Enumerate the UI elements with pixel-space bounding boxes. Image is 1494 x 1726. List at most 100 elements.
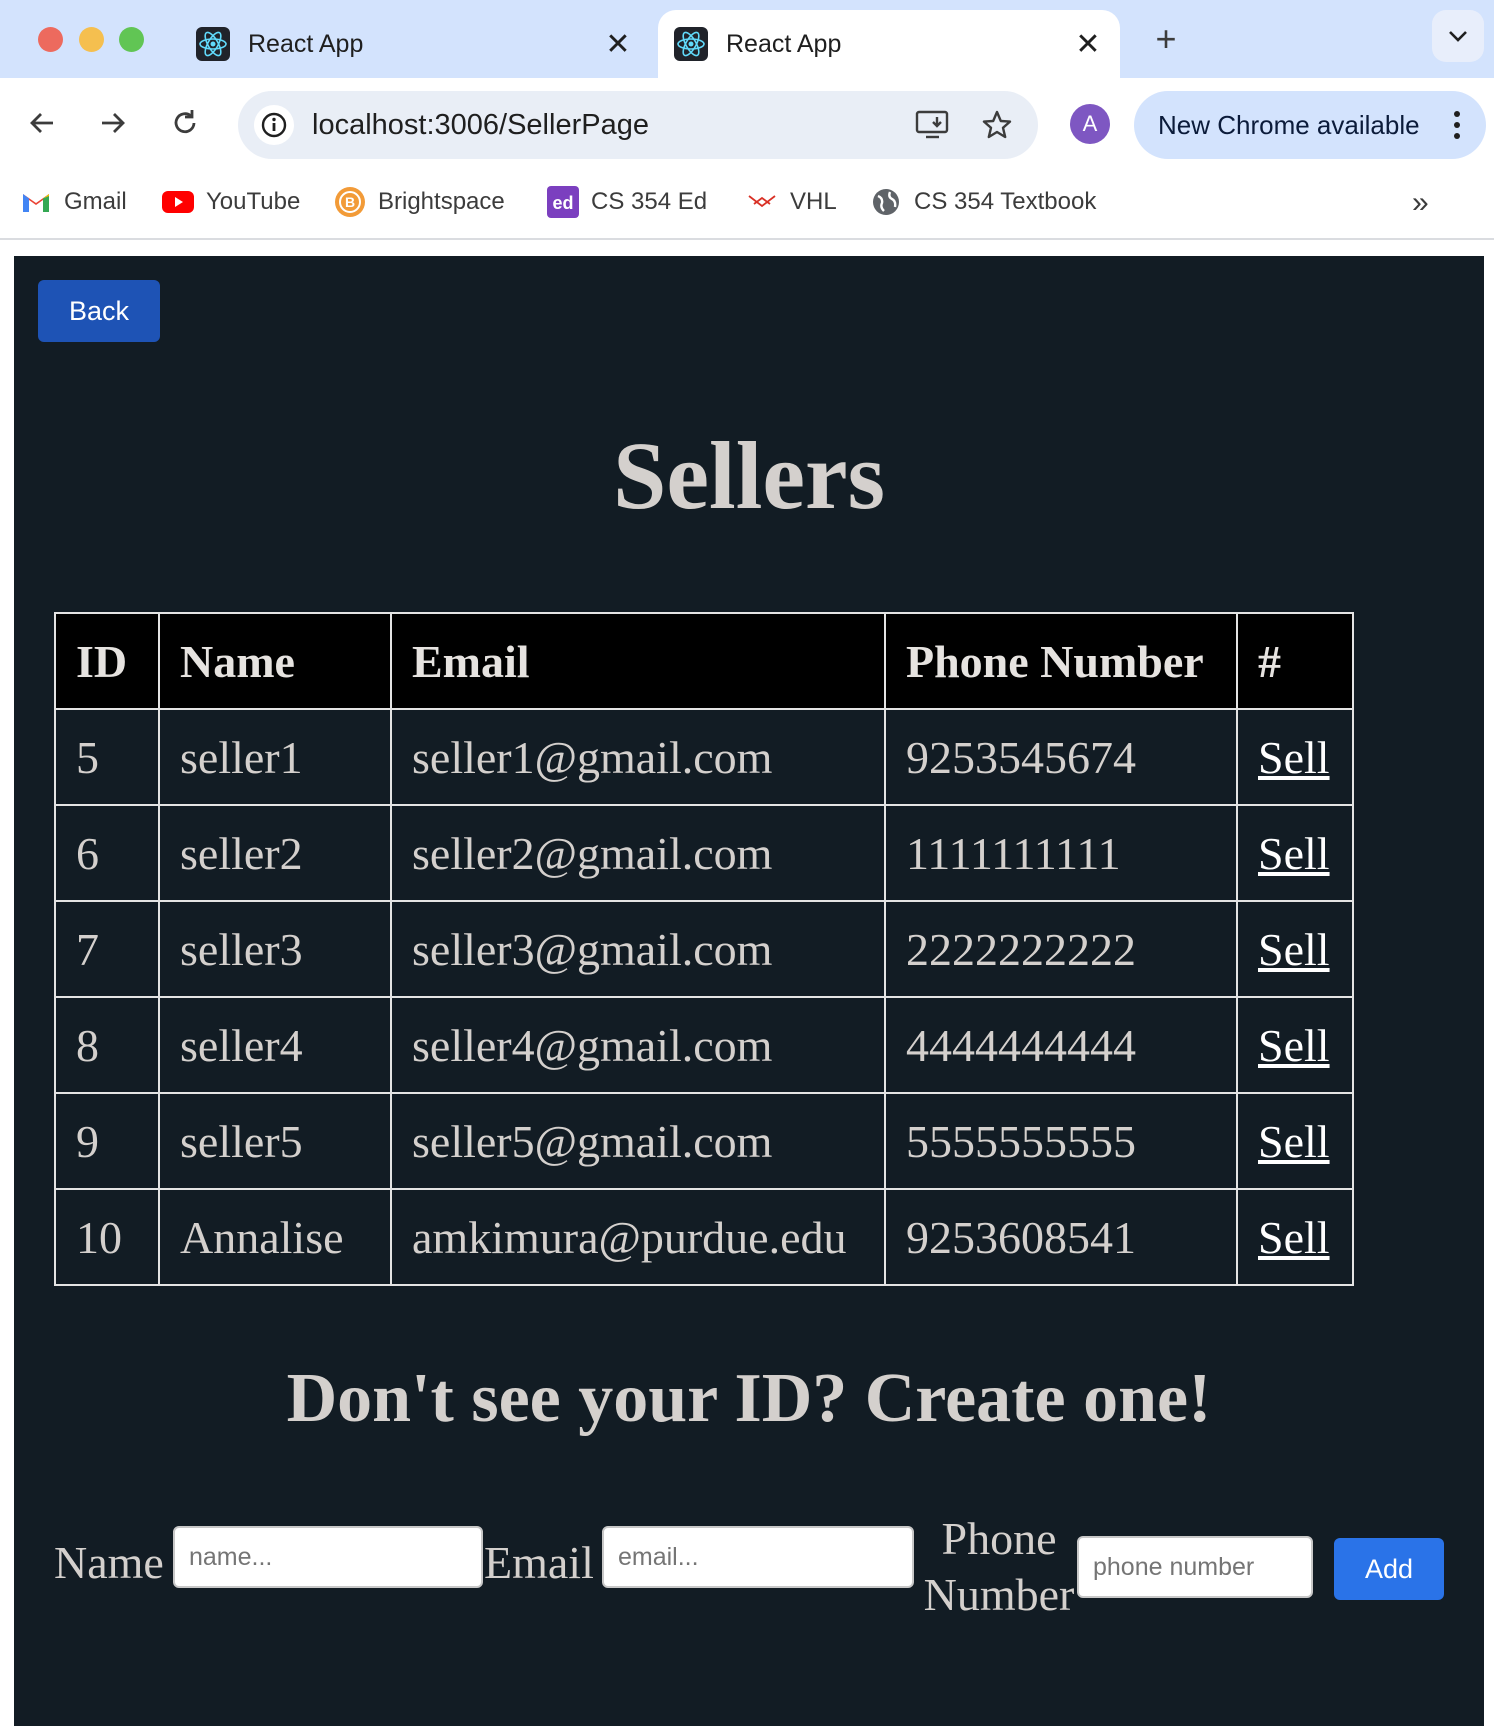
site-info-icon[interactable]	[254, 105, 294, 145]
cell-id: 7	[54, 900, 160, 998]
cell-action: Sell	[1236, 804, 1354, 902]
minimize-window-button[interactable]	[79, 27, 104, 52]
cell-email: seller1@gmail.com	[390, 708, 886, 806]
cell-phone: 1111111111	[884, 804, 1238, 902]
vhl-icon	[746, 186, 778, 218]
cell-email: seller3@gmail.com	[390, 900, 886, 998]
url-text: localhost:3006/SellerPage	[312, 108, 649, 141]
bookmark-label: YouTube	[206, 188, 301, 215]
close-tab-icon[interactable]: ✕	[600, 27, 636, 62]
cell-action: Sell	[1236, 900, 1354, 998]
bookmarks-bar: Gmail YouTube B Brightspace ed CS 354 Ed…	[0, 168, 1494, 240]
page-title: Sellers	[613, 422, 885, 529]
profile-avatar[interactable]: A	[1070, 104, 1110, 144]
create-id-heading: Don't see your ID? Create one!	[286, 1360, 1212, 1437]
back-arrow-icon[interactable]	[17, 98, 67, 148]
email-input[interactable]	[602, 1526, 914, 1588]
table-header-row: ID Name Email Phone Number #	[54, 612, 1354, 710]
cell-name: seller2	[158, 804, 392, 902]
table-row: 7 seller3 seller3@gmail.com 2222222222 S…	[54, 900, 1354, 998]
table-row: 6 seller2 seller2@gmail.com 1111111111 S…	[54, 804, 1354, 902]
cell-action: Sell	[1236, 996, 1354, 1094]
bookmark-gmail[interactable]: Gmail	[20, 182, 127, 222]
bookmark-star-icon[interactable]	[974, 102, 1020, 148]
react-icon	[674, 27, 708, 61]
table-row: 5 seller1 seller1@gmail.com 9253545674 S…	[54, 708, 1354, 806]
maximize-window-button[interactable]	[119, 27, 144, 52]
column-header-name: Name	[158, 612, 392, 710]
tab-title: React App	[248, 29, 364, 58]
bookmark-cs354-textbook[interactable]: CS 354 Textbook	[870, 182, 1096, 222]
phone-input[interactable]	[1077, 1536, 1313, 1598]
cell-action: Sell	[1236, 1092, 1354, 1190]
chrome-update-button[interactable]: New Chrome available	[1134, 91, 1486, 159]
table-row: 10 Annalise amkimura@purdue.edu 92536085…	[54, 1188, 1354, 1286]
cell-id: 8	[54, 996, 160, 1094]
phone-label-line2: Number	[923, 1569, 1075, 1620]
bookmark-label: CS 354 Textbook	[914, 188, 1097, 215]
close-tab-icon[interactable]: ✕	[1070, 27, 1106, 62]
more-menu-icon[interactable]	[1442, 111, 1472, 139]
cell-id: 5	[54, 708, 160, 806]
name-label: Name	[54, 1537, 164, 1588]
bookmark-brightspace[interactable]: B Brightspace	[334, 182, 505, 222]
sell-link[interactable]: Sell	[1258, 1020, 1330, 1071]
cell-name: seller1	[158, 708, 392, 806]
youtube-icon	[162, 186, 194, 218]
tab-strip: React App ✕ React App ✕ +	[0, 0, 1494, 78]
brightspace-icon: B	[334, 186, 366, 218]
update-label: New Chrome available	[1158, 109, 1420, 140]
cell-action: Sell	[1236, 708, 1354, 806]
bookmark-label: Gmail	[64, 188, 127, 215]
cell-phone: 4444444444	[884, 996, 1238, 1094]
gmail-icon	[20, 186, 52, 218]
tab-title: React App	[726, 29, 842, 58]
back-button[interactable]: Back	[38, 280, 160, 342]
cell-id: 6	[54, 804, 160, 902]
cell-phone: 9253545674	[884, 708, 1238, 806]
cell-phone: 9253608541	[884, 1188, 1238, 1286]
cell-email: seller2@gmail.com	[390, 804, 886, 902]
bookmark-label: CS 354 Ed	[591, 188, 708, 215]
browser-toolbar: localhost:3006/SellerPage A New Chrome a…	[0, 78, 1494, 168]
address-bar[interactable]: localhost:3006/SellerPage	[238, 91, 1038, 159]
sell-link[interactable]: Sell	[1258, 924, 1330, 975]
install-app-icon[interactable]	[910, 102, 956, 148]
cell-phone: 2222222222	[884, 900, 1238, 998]
cell-name: seller3	[158, 900, 392, 998]
tab-react-app-2[interactable]: React App ✕	[658, 10, 1120, 78]
cell-id: 10	[54, 1188, 160, 1286]
bookmark-youtube[interactable]: YouTube	[162, 182, 300, 222]
name-input[interactable]	[173, 1526, 483, 1588]
email-label: Email	[484, 1537, 594, 1588]
add-button[interactable]: Add	[1334, 1538, 1444, 1600]
reload-icon[interactable]	[160, 98, 210, 148]
sell-link[interactable]: Sell	[1258, 1116, 1330, 1167]
column-header-action: #	[1236, 612, 1354, 710]
cell-name: seller4	[158, 996, 392, 1094]
table-row: 8 seller4 seller4@gmail.com 4444444444 S…	[54, 996, 1354, 1094]
forward-arrow-icon[interactable]	[88, 98, 138, 148]
sell-link[interactable]: Sell	[1258, 1212, 1330, 1263]
cell-name: seller5	[158, 1092, 392, 1190]
bookmark-label: VHL	[790, 188, 837, 215]
cell-email: seller5@gmail.com	[390, 1092, 886, 1190]
ed-icon: ed	[547, 186, 579, 218]
sell-link[interactable]: Sell	[1258, 732, 1330, 783]
cell-email: seller4@gmail.com	[390, 996, 886, 1094]
tab-search-chevron-icon[interactable]	[1432, 10, 1484, 62]
sellers-table: ID Name Email Phone Number # 5 seller1 s…	[54, 612, 1354, 1286]
bookmark-cs354-ed[interactable]: ed CS 354 Ed	[547, 182, 707, 222]
sell-link[interactable]: Sell	[1258, 828, 1330, 879]
new-tab-plus-icon[interactable]: +	[1146, 18, 1186, 60]
svg-text:B: B	[345, 194, 355, 210]
more-bookmarks-chevron-icon[interactable]: »	[1412, 186, 1429, 220]
phone-label: Phone Number	[914, 1511, 1084, 1623]
cell-id: 9	[54, 1092, 160, 1190]
tab-react-app-1[interactable]: React App ✕	[180, 10, 650, 78]
cell-email: amkimura@purdue.edu	[390, 1188, 886, 1286]
close-window-button[interactable]	[38, 27, 63, 52]
cell-name: Annalise	[158, 1188, 392, 1286]
cell-phone: 5555555555	[884, 1092, 1238, 1190]
bookmark-vhl[interactable]: VHL	[746, 182, 837, 222]
